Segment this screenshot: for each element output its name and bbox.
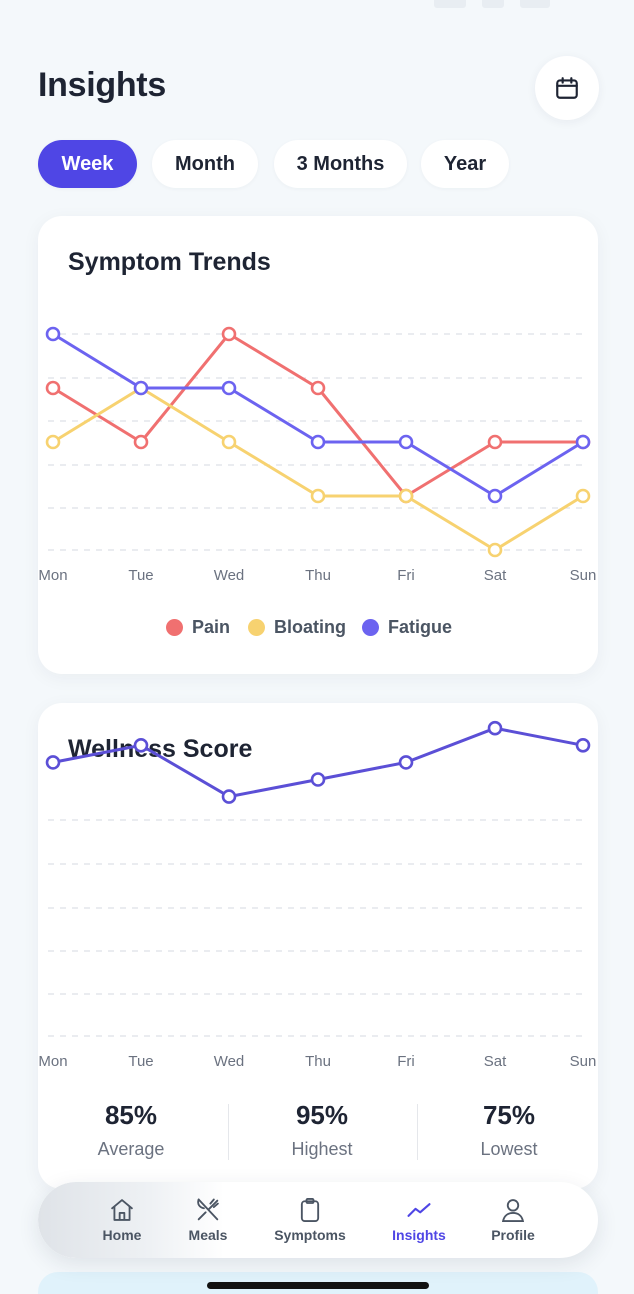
legend-item-fatigue: Fatigue <box>362 617 452 638</box>
x-tick-label: Wed <box>214 567 245 584</box>
data-point-wellness <box>221 789 237 804</box>
data-point-fatigue <box>487 488 503 504</box>
data-point-wellness <box>133 737 149 753</box>
trend-icon <box>407 1203 431 1217</box>
x-tick-label: Sat <box>484 1053 507 1070</box>
stat-lowest-value: 75% <box>482 1100 536 1130</box>
data-point-pain <box>487 434 503 450</box>
legend-dot-pain <box>166 619 183 636</box>
data-point-pain <box>310 380 326 396</box>
nav-label-home: Home <box>102 1227 142 1243</box>
data-point-wellness <box>487 720 503 736</box>
data-point-fatigue <box>133 380 149 396</box>
wellness-stats: 85% Average 95% Highest 75% Lowest <box>38 1100 598 1170</box>
data-point-wellness <box>310 772 326 787</box>
x-tick-label: Fri <box>397 567 415 584</box>
series-line-fatigue <box>51 332 585 498</box>
data-point-bloating <box>45 434 61 450</box>
series-line-pain <box>51 332 585 498</box>
stat-average-label: Average <box>97 1139 165 1159</box>
bottom-nav: Home Meals Symptoms Insights Profile <box>38 1182 598 1258</box>
data-point-fatigue <box>310 434 326 450</box>
data-point-wellness <box>45 755 61 770</box>
data-point-bloating <box>398 488 414 504</box>
x-tick-label: Sat <box>484 567 507 584</box>
data-point-bloating <box>487 542 503 558</box>
data-point-bloating <box>575 488 591 504</box>
home-icon <box>110 1199 134 1221</box>
data-point-fatigue <box>398 434 414 450</box>
x-tick-label: Tue <box>128 1053 153 1070</box>
nav-label-symptoms: Symptoms <box>274 1227 346 1243</box>
stat-highest-value: 95% <box>295 1100 349 1130</box>
data-point-pain <box>221 326 237 342</box>
stat-highest-label: Highest <box>291 1139 353 1159</box>
legend-label-pain: Pain <box>192 617 231 637</box>
legend-dot-bloating <box>248 619 265 636</box>
legend-label-bloating: Bloating <box>274 617 346 637</box>
nav-label-meals: Meals <box>188 1227 228 1243</box>
stat-average: 85% Average <box>38 1100 224 1160</box>
x-tick-label: Sun <box>570 1053 597 1070</box>
home-indicator <box>207 1282 429 1289</box>
x-tick-label: Thu <box>305 567 331 584</box>
nav-item-meals[interactable]: Meals <box>153 1196 263 1243</box>
data-point-fatigue <box>221 380 237 396</box>
legend-label-fatigue: Fatigue <box>388 617 453 637</box>
nav-item-profile[interactable]: Profile <box>458 1196 568 1243</box>
stat-average-value: 85% <box>104 1100 158 1130</box>
data-point-fatigue <box>45 326 61 342</box>
x-tick-label: Thu <box>305 1053 331 1070</box>
data-point-wellness <box>575 737 591 753</box>
stat-lowest: 75% Lowest <box>416 1100 602 1160</box>
legend-dot-fatigue <box>362 619 379 636</box>
series-line-bloating <box>51 386 585 552</box>
utensils-icon <box>197 1198 219 1221</box>
user-icon <box>501 1199 525 1223</box>
x-tick-label: Fri <box>397 1053 415 1070</box>
nav-label-insights: Insights <box>392 1227 446 1243</box>
data-point-wellness <box>398 755 414 770</box>
x-tick-label: Sun <box>570 567 597 584</box>
legend-item-bloating: Bloating <box>248 617 346 638</box>
nav-item-symptoms[interactable]: Symptoms <box>255 1196 365 1243</box>
data-point-bloating <box>221 434 237 450</box>
data-point-pain <box>133 434 149 450</box>
stat-highest: 95% Highest <box>229 1100 415 1160</box>
legend-item-pain: Pain <box>166 617 230 638</box>
clipboard-icon <box>300 1197 320 1223</box>
nav-label-profile: Profile <box>491 1227 535 1243</box>
x-tick-label: Mon <box>38 1053 67 1070</box>
data-point-pain <box>45 380 61 396</box>
x-tick-label: Tue <box>128 567 153 584</box>
data-point-fatigue <box>575 434 591 450</box>
stat-lowest-label: Lowest <box>480 1139 538 1159</box>
insights-screen: Insights Week Month 3 Months Year Sympto… <box>0 0 634 1294</box>
x-tick-label: Mon <box>38 567 67 584</box>
symptom-legend: Pain Bloating Fatigue <box>0 617 634 641</box>
data-point-bloating <box>310 488 326 504</box>
x-tick-label: Wed <box>214 1053 245 1070</box>
